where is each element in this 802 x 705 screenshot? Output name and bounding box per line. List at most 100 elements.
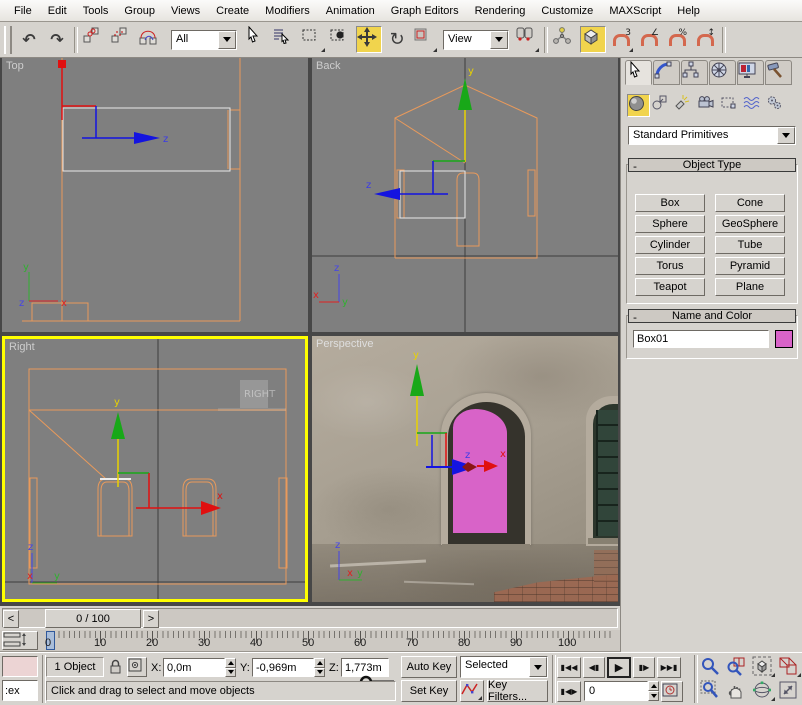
- object-type-button-pyramid[interactable]: Pyramid: [715, 257, 785, 275]
- time-slider-prev-button[interactable]: <: [3, 610, 19, 628]
- select-and-link-icon[interactable]: [82, 26, 108, 53]
- go-to-start-icon[interactable]: ▮◀◀: [557, 657, 581, 678]
- menu-item-customize[interactable]: Customize: [533, 2, 601, 20]
- menu-item-edit[interactable]: Edit: [40, 2, 75, 20]
- select-and-rotate-icon[interactable]: ↻: [384, 26, 410, 53]
- x-coord-spinner[interactable]: [225, 658, 236, 677]
- menu-item-views[interactable]: Views: [163, 2, 208, 20]
- unlink-selection-icon[interactable]: [110, 26, 136, 53]
- zoom-extents-all-icon[interactable]: [778, 656, 802, 678]
- category-systems-icon[interactable]: [766, 94, 789, 117]
- selection-filter-dropdown[interactable]: All: [171, 30, 237, 50]
- snaps-toggle-icon[interactable]: [580, 26, 606, 53]
- category-space-warps-icon[interactable]: [743, 94, 766, 117]
- reference-coordinate-system-dropdown[interactable]: View: [443, 30, 509, 50]
- select-object-icon[interactable]: [244, 26, 270, 53]
- time-configuration-icon[interactable]: [661, 681, 683, 702]
- selection-filter-arrow[interactable]: [218, 31, 236, 49]
- next-frame-icon[interactable]: ▮▶: [633, 657, 655, 678]
- region-zoom-icon[interactable]: [700, 680, 724, 702]
- window-crossing-toggle-icon[interactable]: [328, 26, 354, 53]
- bind-to-space-warp-icon[interactable]: [138, 26, 164, 53]
- current-frame-field[interactable]: 0: [584, 681, 648, 701]
- zoom-all-icon[interactable]: [726, 656, 750, 678]
- tab-motion[interactable]: [709, 60, 736, 85]
- object-type-rollout-header[interactable]: - Object Type: [628, 158, 796, 172]
- menu-item-modifiers[interactable]: Modifiers: [257, 2, 318, 20]
- category-geometry-icon[interactable]: [627, 94, 650, 117]
- viewport-top[interactable]: Top z y z x: [2, 58, 308, 332]
- viewport-perspective[interactable]: Perspective y z x z x y: [312, 336, 618, 602]
- key-mode-toggle-icon[interactable]: ▮◀▶: [557, 681, 581, 702]
- previous-frame-icon[interactable]: ◀▮: [583, 657, 605, 678]
- viewport-right[interactable]: Right RIGHT y: [2, 336, 308, 602]
- time-slider-next-button[interactable]: >: [143, 610, 159, 628]
- object-type-button-box[interactable]: Box: [635, 194, 705, 212]
- select-by-name-icon[interactable]: [272, 26, 298, 53]
- y-coord-field[interactable]: -0,969m: [252, 658, 314, 677]
- object-type-button-cone[interactable]: Cone: [715, 194, 785, 212]
- redo-icon[interactable]: ↷: [44, 26, 70, 53]
- undo-icon[interactable]: ↶: [16, 26, 42, 53]
- tab-display[interactable]: [737, 60, 764, 85]
- auto-key-button[interactable]: Auto Key: [401, 656, 457, 678]
- key-filters-button[interactable]: Key Filters...: [487, 680, 548, 702]
- select-and-scale-icon[interactable]: [412, 26, 438, 53]
- zoom-icon[interactable]: [700, 656, 724, 678]
- primitive-category-arrow[interactable]: [777, 127, 795, 144]
- min-max-toggle-icon[interactable]: [778, 680, 802, 702]
- object-type-button-geosphere[interactable]: GeoSphere: [715, 215, 785, 233]
- tab-modify[interactable]: [653, 60, 680, 85]
- percent-snap-toggle-icon[interactable]: %: [664, 26, 690, 53]
- object-type-button-cylinder[interactable]: Cylinder: [635, 236, 705, 254]
- use-pivot-point-center-icon[interactable]: [514, 26, 540, 53]
- viewport-back[interactable]: Back y z z x y: [312, 58, 618, 332]
- primitive-category-dropdown[interactable]: Standard Primitives: [628, 126, 796, 145]
- snaps-toggle-3d-icon[interactable]: 3: [608, 26, 634, 53]
- object-type-button-plane[interactable]: Plane: [715, 278, 785, 296]
- object-type-button-teapot[interactable]: Teapot: [635, 278, 705, 296]
- default-in-out-tangents-icon[interactable]: [460, 680, 484, 702]
- x-coord-field[interactable]: 0,0m: [163, 658, 225, 677]
- rectangular-selection-region-icon[interactable]: [300, 26, 326, 53]
- select-and-move-icon[interactable]: [356, 26, 382, 53]
- name-color-rollout-header[interactable]: - Name and Color: [628, 309, 796, 323]
- object-name-field[interactable]: Box01: [633, 330, 769, 348]
- spinner-snap-toggle-icon[interactable]: ↕: [692, 26, 718, 53]
- object-type-button-sphere[interactable]: Sphere: [635, 215, 705, 233]
- menu-item-group[interactable]: Group: [116, 2, 163, 20]
- pan-view-icon[interactable]: [726, 680, 750, 702]
- arc-rotate-icon[interactable]: [752, 680, 776, 702]
- set-key-button[interactable]: Set Key: [401, 680, 457, 702]
- tab-create[interactable]: [625, 60, 652, 85]
- open-mini-curve-editor-button[interactable]: [2, 631, 38, 650]
- y-coord-spinner[interactable]: [314, 658, 325, 677]
- object-color-swatch[interactable]: [775, 330, 793, 348]
- menu-item-graph-editors[interactable]: Graph Editors: [383, 2, 467, 20]
- time-slider-handle[interactable]: 0 / 100: [45, 609, 141, 628]
- menu-item-maxscript[interactable]: MAXScript: [601, 2, 669, 20]
- menu-item-file[interactable]: File: [6, 2, 40, 20]
- category-shapes-icon[interactable]: [651, 94, 674, 117]
- select-and-manipulate-icon[interactable]: [552, 26, 578, 53]
- go-to-end-icon[interactable]: ▶▶▮: [657, 657, 681, 678]
- menu-item-help[interactable]: Help: [669, 2, 708, 20]
- absolute-offset-mode-icon[interactable]: [127, 657, 147, 677]
- angle-snap-toggle-icon[interactable]: ∠: [636, 26, 662, 53]
- current-frame-spinner[interactable]: [648, 681, 659, 701]
- coord-system-arrow[interactable]: [490, 31, 508, 49]
- key-filter-mode-dropdown[interactable]: Selected: [460, 656, 548, 678]
- play-animation-icon[interactable]: ▶: [607, 657, 631, 678]
- menu-item-rendering[interactable]: Rendering: [467, 2, 534, 20]
- category-helpers-icon[interactable]: [720, 94, 743, 117]
- zoom-extents-icon[interactable]: [752, 656, 776, 678]
- object-type-button-torus[interactable]: Torus: [635, 257, 705, 275]
- toolbar-drag-handle[interactable]: [4, 26, 12, 54]
- category-cameras-icon[interactable]: [697, 94, 720, 117]
- menu-item-create[interactable]: Create: [208, 2, 257, 20]
- category-lights-icon[interactable]: [674, 94, 697, 117]
- maxscript-mini-listener[interactable]: :ex: [2, 680, 38, 701]
- key-filter-mode-arrow[interactable]: [529, 657, 547, 677]
- tab-hierarchy[interactable]: [681, 60, 708, 85]
- menu-item-tools[interactable]: Tools: [75, 2, 117, 20]
